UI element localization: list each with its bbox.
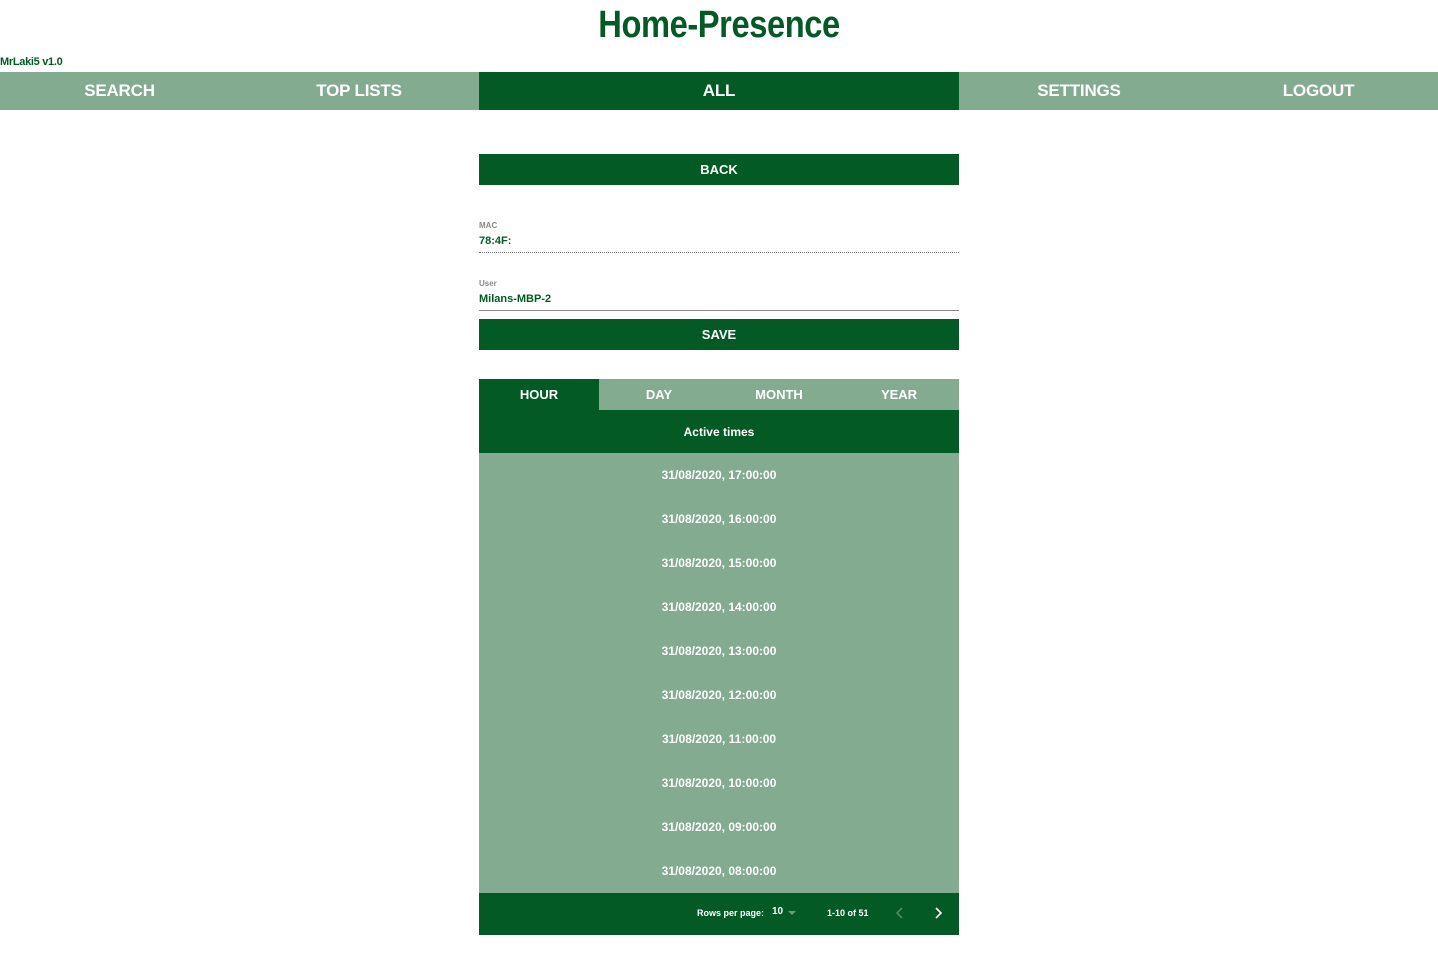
chevron-right-icon[interactable] <box>930 905 946 921</box>
table-row: 31/08/2020, 17:00:00 <box>661 468 777 482</box>
nav-settings[interactable]: SETTINGS <box>959 72 1199 110</box>
page-range: 1-10 of 51 <box>827 908 869 918</box>
table-header: Active times <box>479 410 959 453</box>
table-row: 31/08/2020, 12:00:00 <box>661 688 777 702</box>
table-row: 31/08/2020, 16:00:00 <box>661 512 777 526</box>
table-row: 31/08/2020, 13:00:00 <box>661 644 777 658</box>
app-title: Home-Presence <box>598 4 840 46</box>
chevron-down-icon[interactable] <box>788 911 796 915</box>
save-button[interactable]: SAVE <box>479 319 959 350</box>
nav-top-lists[interactable]: TOP LISTS <box>239 72 479 110</box>
user-field[interactable]: User Milans-MBP-2 <box>479 278 959 311</box>
table-row: 31/08/2020, 09:00:00 <box>661 820 777 834</box>
tab-day[interactable]: DAY <box>599 379 719 410</box>
nav-all[interactable]: ALL <box>479 72 959 110</box>
user-input[interactable]: Milans-MBP-2 <box>479 289 959 311</box>
nav-search[interactable]: SEARCH <box>0 72 239 110</box>
table-row: 31/08/2020, 08:00:00 <box>661 864 777 878</box>
tab-month[interactable]: MONTH <box>719 379 839 410</box>
table-row: 31/08/2020, 11:00:00 <box>661 732 777 746</box>
mac-field[interactable]: MAC 78:4F: <box>479 220 959 253</box>
mac-value[interactable]: 78:4F: <box>479 231 959 253</box>
active-times-table: 31/08/2020, 17:00:00 31/08/2020, 16:00:0… <box>479 453 959 893</box>
device-detail-panel: BACK MAC 78:4F: User Milans-MBP-2 SAVE H… <box>479 154 959 935</box>
version-label: MrLaki5 v1.0 <box>0 56 63 68</box>
table-row: 31/08/2020, 10:00:00 <box>661 776 777 790</box>
main-navbar: SEARCH TOP LISTS ALL SETTINGS LOGOUT <box>0 72 1438 110</box>
period-tabs: HOUR DAY MONTH YEAR <box>479 379 959 410</box>
rows-per-page-select[interactable]: 10 <box>772 906 783 917</box>
user-label: User <box>479 279 497 288</box>
table-row: 31/08/2020, 15:00:00 <box>661 556 777 570</box>
table-row: 31/08/2020, 14:00:00 <box>661 600 777 614</box>
chevron-left-icon[interactable] <box>892 905 908 921</box>
tab-year[interactable]: YEAR <box>839 379 959 410</box>
back-button[interactable]: BACK <box>479 154 959 185</box>
tab-hour[interactable]: HOUR <box>479 379 599 410</box>
rows-per-page-label: Rows per page: <box>697 908 765 918</box>
nav-logout[interactable]: LOGOUT <box>1199 72 1438 110</box>
table-pagination: Rows per page: 10 1-10 of 51 <box>479 893 959 935</box>
mac-label: MAC <box>479 221 498 230</box>
